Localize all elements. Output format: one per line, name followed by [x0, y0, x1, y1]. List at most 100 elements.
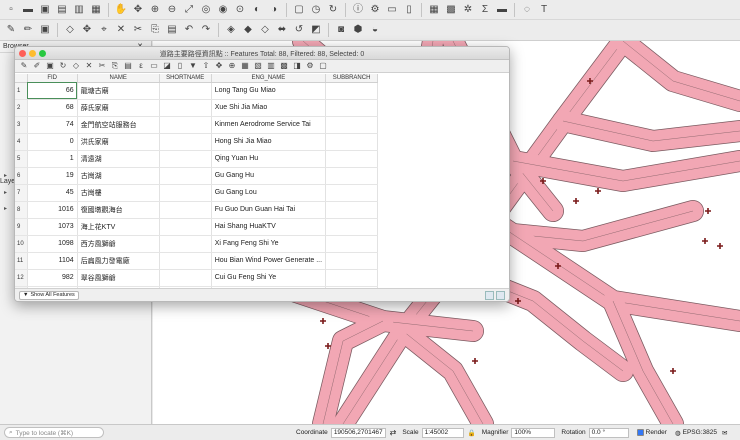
tips-icon[interactable]: ◌	[520, 3, 534, 17]
multi-edit-icon[interactable]: ✐	[32, 61, 42, 71]
row-number[interactable]: 7	[15, 184, 28, 202]
table-cell[interactable]	[325, 218, 379, 236]
render-checkbox[interactable]	[636, 429, 644, 436]
new-map-view-icon[interactable]: ▢	[292, 3, 306, 17]
form-view-icon[interactable]	[496, 290, 505, 300]
table-cell[interactable]: Xi Fang Feng Shi Ye	[211, 235, 327, 253]
dock-icon[interactable]: ▢	[318, 61, 328, 71]
messages-icon[interactable]: ✉	[722, 429, 727, 437]
row-number[interactable]: 1	[15, 82, 28, 100]
table-cell[interactable]: 1016	[27, 201, 78, 219]
table-cell[interactable]: 洪氏家廟	[77, 133, 160, 151]
table-cell[interactable]: Gu Gang Lou	[211, 184, 327, 202]
table-cell[interactable]: Fu Guo Dun Guan Hai Tai	[211, 201, 327, 219]
table-cell[interactable]: 西方風獅爺	[77, 235, 160, 253]
poi-marker[interactable]	[595, 188, 601, 194]
table-row[interactable]: 5 1 清遠湖 Qing Yuan Hu	[15, 150, 379, 168]
select-all-icon[interactable]: ▭	[149, 61, 159, 71]
table-cell[interactable]	[159, 184, 212, 202]
crs-label[interactable]: EPSG:3825	[683, 429, 717, 436]
invert-selection-icon[interactable]: ◪	[162, 61, 172, 71]
table-cell[interactable]	[325, 82, 379, 100]
zoom-out-icon[interactable]: ⊖	[165, 3, 179, 17]
table-row[interactable]: 7 45 古崗樓 Gu Gang Lou	[15, 184, 379, 202]
table-cell[interactable]: 清遠湖	[77, 150, 160, 168]
edit-pencil-icon[interactable]: ✏	[21, 23, 35, 37]
table-cell[interactable]	[325, 269, 379, 287]
row-number[interactable]: 9	[15, 218, 28, 236]
zoom-to-selection-icon[interactable]: ⊕	[227, 61, 237, 71]
table-cell[interactable]: 翠谷風獅爺	[77, 269, 160, 287]
new-field-icon[interactable]: ▦	[240, 61, 250, 71]
copy-icon[interactable]: ⎘	[110, 61, 120, 71]
table-cell[interactable]: 1104	[27, 252, 78, 270]
cut-icon[interactable]: ✂	[97, 61, 107, 71]
table-cell[interactable]: 后扁風力發電廠	[77, 252, 160, 270]
table-cell[interactable]: Qing Yuan Hu	[211, 150, 327, 168]
table-cell[interactable]: Cui Gu Feng Shi Ye	[211, 269, 327, 287]
table-cell[interactable]: 45	[27, 184, 78, 202]
tree-expand-icon[interactable]: ▸	[4, 189, 7, 196]
temporal-icon[interactable]: ◷	[309, 3, 323, 17]
table-cell[interactable]	[159, 150, 212, 168]
lock-scale-icon[interactable]: 🔒	[468, 429, 476, 437]
label-show-icon[interactable]: ◇	[258, 23, 272, 37]
poi-marker[interactable]	[717, 243, 723, 249]
scale-field[interactable]: 1:45002	[421, 427, 464, 438]
node-tool-icon[interactable]: ⌖	[97, 23, 111, 37]
attribute-table-icon[interactable]: ▦	[427, 3, 441, 17]
refresh-icon[interactable]: ↻	[326, 3, 340, 17]
delete-icon[interactable]: ✕	[114, 23, 128, 37]
paste-icon[interactable]: ▤	[165, 23, 179, 37]
table-cell[interactable]: 19	[27, 167, 78, 185]
table-cell[interactable]: 龍塘古廟	[77, 82, 160, 100]
table-cell[interactable]: 1	[27, 150, 78, 168]
column-header[interactable]: ENG_NAME	[211, 74, 327, 83]
row-number[interactable]: 3	[15, 116, 28, 134]
table-cell[interactable]: Long Tang Gu Miao	[211, 82, 327, 100]
table-cell[interactable]: Gu Gang Hu	[211, 167, 327, 185]
save-as-icon[interactable]: ▤	[55, 3, 69, 17]
locator-search[interactable]: ⌕ Type to locate (⌘K)	[4, 427, 104, 438]
table-cell[interactable]: 復國墩觀海台	[77, 201, 160, 219]
label-move-icon[interactable]: ⬌	[275, 23, 289, 37]
table-cell[interactable]	[159, 201, 212, 219]
table-cell[interactable]	[159, 235, 212, 253]
reload-icon[interactable]: ↻	[58, 61, 68, 71]
table-cell[interactable]: Hong Shi Jia Miao	[211, 133, 327, 151]
pan-icon[interactable]: ✋	[114, 3, 128, 17]
table-cell[interactable]: 982	[27, 269, 78, 287]
filter-icon[interactable]: ▼	[188, 61, 198, 71]
field-calculator-icon[interactable]: ▩	[444, 3, 458, 17]
label-rotate-icon[interactable]: ↺	[292, 23, 306, 37]
python-icon[interactable]: ◒	[368, 23, 382, 37]
table-row[interactable]: 11 1104 后扁風力發電廠 Hou Bian Wind Power Generat…	[15, 252, 379, 270]
row-number[interactable]: 12	[15, 269, 28, 287]
open-project-icon[interactable]: ▬	[21, 3, 35, 17]
row-number[interactable]: 4	[15, 133, 28, 151]
table-cell[interactable]: 古崗湖	[77, 167, 160, 185]
poi-marker[interactable]	[573, 198, 579, 204]
cut-icon[interactable]: ✂	[131, 23, 145, 37]
table-cell[interactable]: 金門航空站服務台	[77, 116, 160, 134]
field-calculator-icon[interactable]: ▩	[279, 61, 289, 71]
annotation-icon[interactable]: T	[537, 3, 551, 17]
table-cell[interactable]	[159, 218, 212, 236]
paste-icon[interactable]: ▤	[123, 61, 133, 71]
table-cell[interactable]	[325, 116, 379, 134]
zoom-layer-icon[interactable]: ◉	[216, 3, 230, 17]
move-selection-top-icon[interactable]: ⇧	[201, 61, 211, 71]
measure-icon[interactable]: ▬	[495, 3, 509, 17]
deselect-icon[interactable]: ▯	[402, 3, 416, 17]
table-row[interactable]: 2 68 薛氏家廟 Xue Shi Jia Miao	[15, 99, 379, 117]
table-cell[interactable]: Kinmen Aerodrome Service Tai	[211, 116, 327, 134]
deselect-icon[interactable]: ▯	[175, 61, 185, 71]
redo-icon[interactable]: ↷	[199, 23, 213, 37]
coordinate-toggle-icon[interactable]: ⇄	[390, 428, 397, 437]
table-cell[interactable]: 66	[27, 82, 78, 100]
undo-icon[interactable]: ↶	[182, 23, 196, 37]
table-cell[interactable]: 74	[27, 116, 78, 134]
table-cell[interactable]: Xue Shi Jia Miao	[211, 99, 327, 117]
column-header[interactable]: NAME	[77, 74, 160, 83]
db-manager-icon[interactable]: ◙	[334, 23, 348, 37]
